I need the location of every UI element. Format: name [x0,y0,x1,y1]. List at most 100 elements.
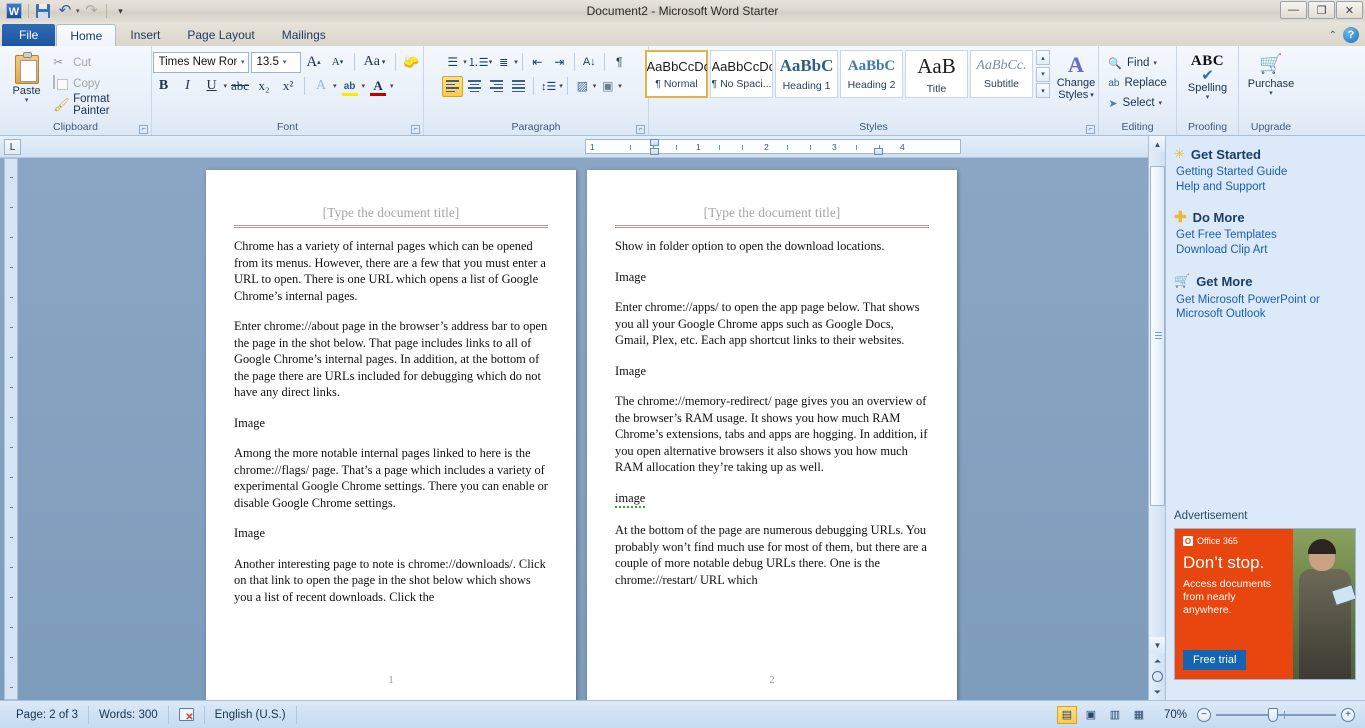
borders-button[interactable]: ▣ [597,76,618,97]
align-center-button[interactable] [464,76,485,97]
font-size-combo[interactable]: 13.5 ▾ [250,51,301,73]
bold-button[interactable]: B [153,75,175,97]
font-dialog-launcher[interactable]: ⌐ [411,125,420,134]
grow-font-button[interactable]: A ▴ [303,51,325,73]
document-page-2[interactable]: [Type the document title] Show in folder… [587,170,957,700]
style-heading-1[interactable]: AaBbC Heading 1 [775,50,838,98]
numbering-dropdown-icon[interactable]: ▾ [489,58,493,66]
change-styles-button[interactable]: A Change Styles ▾ [1050,50,1102,102]
cut-button[interactable]: ✂ Cut [49,53,147,72]
zoom-level-label[interactable]: 70% [1153,709,1187,721]
justify-button[interactable] [508,76,529,97]
page-title-placeholder[interactable]: [Type the document title] [615,205,929,228]
zoom-out-button[interactable]: − [1197,707,1211,722]
text-effects-button[interactable]: A [310,75,332,97]
align-left-button[interactable] [442,75,464,97]
word-logo-button[interactable]: W [4,2,24,21]
redo-button[interactable]: ↷ [82,2,102,21]
subscript-button[interactable]: x₂ [253,75,275,97]
paste-dropdown-icon[interactable]: ▾ [25,97,29,104]
style-normal[interactable]: AaBbCcDc ¶ Normal [645,50,708,98]
link-help-and-support[interactable]: Help and Support [1176,181,1357,193]
line-spacing-button[interactable]: ↕☰ [538,76,559,97]
document-page-1[interactable]: [Type the document title] Chrome has a v… [206,170,576,700]
clear-formatting-button[interactable]: 🧽 [401,51,423,73]
tab-insert[interactable]: Insert [117,24,173,46]
superscript-button[interactable]: x² [277,75,299,97]
spelling-button[interactable]: ABC ✔ Spelling ▾ [1180,50,1236,101]
status-page-indicator[interactable]: Page: 2 of 3 [6,705,90,724]
tab-mailings[interactable]: Mailings [269,24,339,46]
replace-button[interactable]: ab Replace [1104,73,1170,93]
borders-dropdown-icon[interactable]: ▾ [618,82,622,90]
shading-button[interactable]: ▨ [572,76,593,97]
styles-scroll-up-button[interactable]: ▴ [1036,50,1050,65]
view-full-screen-reading-button[interactable]: ▣ [1081,706,1101,724]
collapse-ribbon-icon[interactable]: ⌃ [1329,30,1337,41]
undo-dropdown-icon[interactable]: ▾ [76,7,80,15]
link-get-powerpoint-outlook[interactable]: Get Microsoft PowerPoint or Microsoft Ou… [1176,293,1357,321]
underline-button[interactable]: U [201,75,223,97]
paste-button[interactable]: Paste ▾ [4,50,49,104]
shrink-font-button[interactable]: A ▾ [327,51,349,73]
style-subtitle[interactable]: AaBbCc. Subtitle [970,50,1033,98]
select-browse-object-button[interactable] [1152,671,1163,682]
select-button[interactable]: ➤ Select ▾ [1104,93,1166,113]
minimize-button[interactable]: — [1280,1,1307,19]
help-icon[interactable]: ? [1343,27,1359,43]
style-heading-2[interactable]: AaBbC Heading 2 [840,50,903,98]
customize-quick-access-button[interactable]: ▾ [111,2,131,21]
scroll-down-button[interactable]: ▼ [1149,637,1166,653]
link-get-free-templates[interactable]: Get Free Templates [1176,229,1357,241]
tab-file[interactable]: File [2,24,56,46]
first-line-indent-marker[interactable] [650,139,659,146]
view-print-layout-button[interactable]: ▤ [1057,705,1077,724]
document-canvas[interactable]: [Type the document title] Chrome has a v… [0,158,1165,700]
restore-button[interactable]: ❐ [1308,1,1335,19]
advertisement-banner[interactable]: O Office 365 Don’t stop. Access document… [1174,528,1356,680]
multilevel-list-button[interactable]: ≣ [493,52,514,73]
view-draft-button[interactable]: ▦ [1129,706,1149,724]
next-page-button[interactable]: ⏷ [1149,684,1166,700]
underline-dropdown-icon[interactable]: ▾ [224,82,228,90]
zoom-track[interactable] [1216,707,1336,722]
page-body[interactable]: Chrome has a variety of internal pages w… [234,238,548,605]
font-name-combo[interactable]: Times New Rom ▾ [152,51,249,73]
bullets-button[interactable]: ☰ [442,52,463,73]
strikethrough-button[interactable]: abc [229,75,251,97]
zoom-handle[interactable] [1268,707,1278,722]
page-title-placeholder[interactable]: [Type the document title] [234,205,548,228]
text-effects-dropdown-icon[interactable]: ▾ [333,82,337,90]
tab-home[interactable]: Home [56,24,117,46]
style-no-spacing[interactable]: AaBbCcDc ¶ No Spaci... [710,50,773,98]
multilevel-dropdown-icon[interactable]: ▾ [514,58,518,66]
tab-stop-selector[interactable]: L [4,139,21,155]
hanging-indent-marker[interactable] [650,148,659,155]
right-indent-marker[interactable] [874,148,883,155]
copy-button[interactable]: Copy [49,74,147,93]
link-getting-started-guide[interactable]: Getting Started Guide [1176,166,1357,178]
decrease-indent-button[interactable]: ⇤ [527,52,548,73]
undo-button[interactable]: ↶ [55,2,75,21]
styles-dialog-launcher[interactable]: ⌐ [1086,125,1095,134]
horizontal-ruler[interactable]: 1 1 2 3 4 [585,139,961,155]
numbering-button[interactable]: ⒈☰ [468,52,489,73]
status-language[interactable]: English (U.S.) [205,705,297,724]
sort-button[interactable]: A↓ [579,52,600,73]
change-case-button[interactable]: Aa ▾ [360,51,390,73]
status-proofing-errors[interactable]: ✕ [169,705,205,724]
styles-scroll-down-button[interactable]: ▾ [1036,66,1050,82]
paragraph-dialog-launcher[interactable]: ⌐ [636,125,645,134]
close-button[interactable]: ✕ [1336,1,1363,19]
format-painter-button[interactable]: 🖌 Format Painter [49,93,147,117]
line-spacing-dropdown-icon[interactable]: ▾ [559,82,563,90]
increase-indent-button[interactable]: ⇥ [549,52,570,73]
find-button[interactable]: 🔍 Find ▾ [1104,53,1161,73]
styles-more-button[interactable]: ▾ [1036,83,1050,98]
purchase-button[interactable]: 🛒 Purchase ▾ [1243,50,1299,97]
link-download-clip-art[interactable]: Download Clip Art [1176,244,1357,256]
zoom-slider[interactable]: − + [1197,707,1355,722]
highlight-dropdown-icon[interactable]: ▾ [362,82,366,90]
view-web-layout-button[interactable]: ▥ [1105,706,1125,724]
font-color-dropdown-icon[interactable]: ▾ [390,82,394,90]
